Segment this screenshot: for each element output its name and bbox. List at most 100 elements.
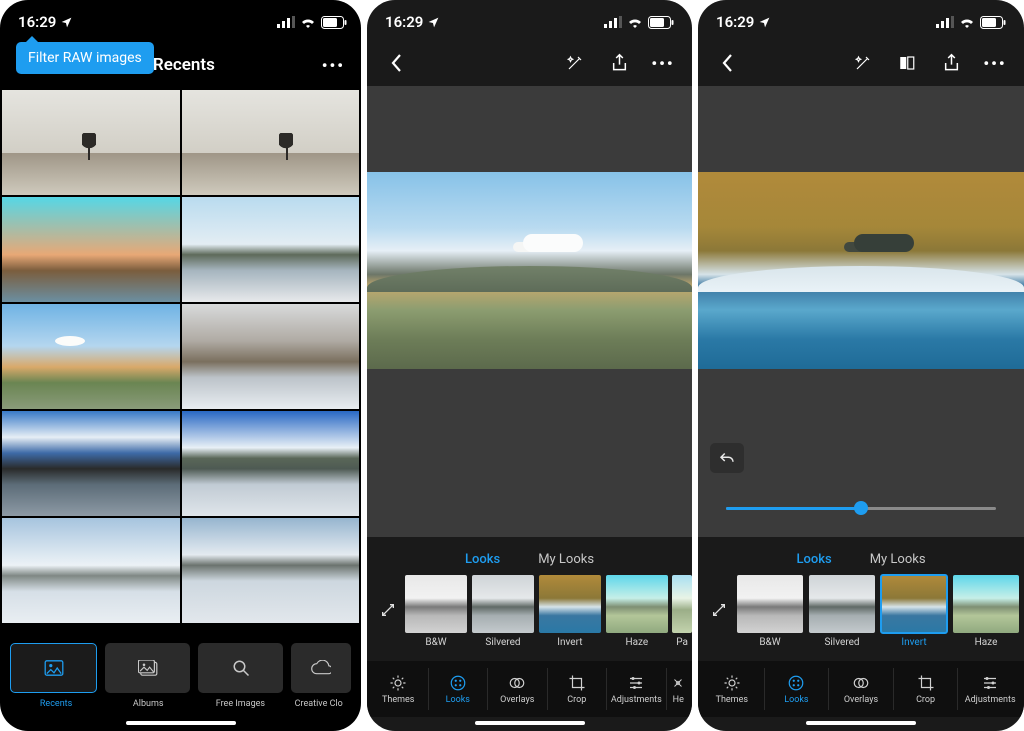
auto-enhance-button[interactable] bbox=[560, 48, 590, 78]
overlays-icon bbox=[852, 674, 870, 692]
filter-raw-tooltip[interactable]: Filter RAW images bbox=[16, 42, 154, 74]
adjustments-icon bbox=[627, 674, 645, 692]
look-silvered[interactable]: Silvered bbox=[472, 575, 535, 648]
nav-creative-cloud[interactable] bbox=[291, 643, 351, 693]
looks-strip[interactable]: B&W Silvered Invert Haze Pa bbox=[367, 571, 692, 661]
look-invert[interactable]: Invert bbox=[538, 575, 601, 648]
looks-tabs: Looks My Looks bbox=[367, 537, 692, 571]
tool-label: Crop bbox=[916, 695, 935, 705]
heal-icon bbox=[671, 674, 685, 692]
photo-canvas[interactable] bbox=[698, 86, 1024, 537]
tool-crop[interactable]: Crop bbox=[548, 668, 608, 710]
tool-themes[interactable]: Themes bbox=[369, 668, 429, 710]
photo-thumb[interactable] bbox=[182, 411, 360, 516]
photo-preview bbox=[367, 172, 692, 369]
look-label: Invert bbox=[901, 637, 926, 648]
tool-label: Crop bbox=[567, 695, 586, 705]
photo-thumb[interactable] bbox=[2, 304, 180, 409]
tool-crop[interactable]: Crop bbox=[894, 668, 959, 710]
tool-overlays[interactable]: Overlays bbox=[829, 668, 894, 710]
back-button[interactable] bbox=[381, 48, 411, 78]
looks-strip[interactable]: B&W Silvered Invert Haze bbox=[698, 571, 1024, 661]
photo-thumb[interactable] bbox=[182, 90, 360, 195]
photo-thumb[interactable] bbox=[182, 304, 360, 409]
look-label: Haze bbox=[975, 637, 998, 648]
looks-tabs: Looks My Looks bbox=[698, 537, 1024, 571]
photo-canvas[interactable] bbox=[367, 86, 692, 537]
tab-my-looks[interactable]: My Looks bbox=[538, 552, 594, 567]
undo-button[interactable] bbox=[710, 443, 744, 473]
signal-icon bbox=[277, 16, 295, 28]
look-invert[interactable]: Invert bbox=[880, 575, 948, 648]
auto-enhance-button[interactable] bbox=[848, 48, 878, 78]
tool-adjustments[interactable]: Adjustments bbox=[607, 668, 667, 710]
look-bw[interactable]: B&W bbox=[736, 575, 804, 648]
look-label: Silvered bbox=[824, 637, 859, 648]
expand-looks-button[interactable] bbox=[375, 575, 401, 645]
nav-label-free: Free Images bbox=[194, 699, 286, 709]
photo-preview bbox=[698, 172, 1024, 369]
look-haze[interactable]: Haze bbox=[952, 575, 1020, 648]
tab-looks[interactable]: Looks bbox=[796, 552, 831, 567]
tool-adjustments[interactable]: Adjustments bbox=[958, 668, 1022, 710]
tool-bar: Themes Looks Overlays Crop Adjustments bbox=[698, 661, 1024, 717]
expand-looks-button[interactable] bbox=[706, 575, 732, 645]
more-button[interactable]: ••• bbox=[648, 48, 678, 78]
screen-editor: 16:29 ••• Looks My Looks B&W Silvered In… bbox=[367, 0, 692, 731]
signal-icon bbox=[604, 16, 622, 28]
tool-heal-partial[interactable]: He bbox=[667, 668, 690, 710]
photo-thumb[interactable] bbox=[182, 518, 360, 623]
look-bw[interactable]: B&W bbox=[405, 575, 468, 648]
looks-icon bbox=[449, 674, 467, 692]
albums-icon bbox=[138, 660, 158, 676]
intensity-slider[interactable] bbox=[726, 499, 996, 517]
themes-icon bbox=[723, 674, 741, 692]
photo-thumb[interactable] bbox=[2, 197, 180, 302]
compare-icon bbox=[898, 54, 916, 72]
look-silvered[interactable]: Silvered bbox=[808, 575, 876, 648]
look-haze[interactable]: Haze bbox=[605, 575, 668, 648]
photo-thumb[interactable] bbox=[2, 411, 180, 516]
share-icon bbox=[611, 53, 628, 73]
search-icon bbox=[232, 659, 250, 677]
home-indicator bbox=[806, 721, 916, 725]
share-button[interactable] bbox=[936, 48, 966, 78]
tool-label: He bbox=[673, 695, 684, 705]
look-label: Invert bbox=[557, 637, 582, 648]
tool-label: Adjustments bbox=[965, 695, 1016, 705]
nav-recents[interactable] bbox=[10, 643, 97, 693]
more-icon[interactable]: ••• bbox=[322, 56, 345, 75]
nav-albums[interactable] bbox=[105, 643, 190, 693]
back-button[interactable] bbox=[712, 48, 742, 78]
location-icon bbox=[427, 16, 440, 29]
look-label: Haze bbox=[625, 637, 648, 648]
look-label: Silvered bbox=[485, 637, 520, 648]
tool-themes[interactable]: Themes bbox=[700, 668, 765, 710]
nav-free-images[interactable] bbox=[198, 643, 283, 693]
tool-overlays[interactable]: Overlays bbox=[488, 668, 548, 710]
tool-looks[interactable]: Looks bbox=[429, 668, 489, 710]
tool-label: Themes bbox=[382, 695, 414, 705]
undo-icon bbox=[718, 450, 736, 466]
photo-icon bbox=[44, 660, 64, 676]
tab-my-looks[interactable]: My Looks bbox=[870, 552, 926, 567]
photo-grid bbox=[0, 90, 361, 633]
look-next-partial[interactable]: Pa bbox=[672, 575, 692, 648]
tool-looks[interactable]: Looks bbox=[765, 668, 830, 710]
home-indicator bbox=[475, 721, 585, 725]
tab-looks[interactable]: Looks bbox=[465, 552, 500, 567]
tool-label: Overlays bbox=[844, 695, 878, 705]
tool-label: Overlays bbox=[500, 695, 534, 705]
photo-thumb[interactable] bbox=[182, 197, 360, 302]
overlays-icon bbox=[508, 674, 526, 692]
adjustments-icon bbox=[981, 674, 999, 692]
look-label: B&W bbox=[425, 637, 446, 648]
photo-thumb[interactable] bbox=[2, 518, 180, 623]
look-label: Pa bbox=[676, 637, 688, 648]
photo-thumb[interactable] bbox=[2, 90, 180, 195]
share-button[interactable] bbox=[604, 48, 634, 78]
location-icon bbox=[60, 16, 73, 29]
more-button[interactable]: ••• bbox=[980, 48, 1010, 78]
status-bar: 16:29 bbox=[0, 0, 361, 40]
compare-button[interactable] bbox=[892, 48, 922, 78]
